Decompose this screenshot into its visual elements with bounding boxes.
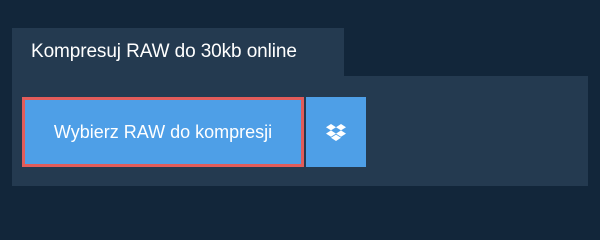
page-title-tab: Kompresuj RAW do 30kb online <box>12 28 344 76</box>
dropbox-icon <box>326 123 346 141</box>
choose-file-button[interactable]: Wybierz RAW do kompresji <box>22 97 304 167</box>
page-title: Kompresuj RAW do 30kb online <box>31 41 297 62</box>
choose-file-label: Wybierz RAW do kompresji <box>53 121 273 142</box>
dropbox-button[interactable] <box>306 97 366 167</box>
